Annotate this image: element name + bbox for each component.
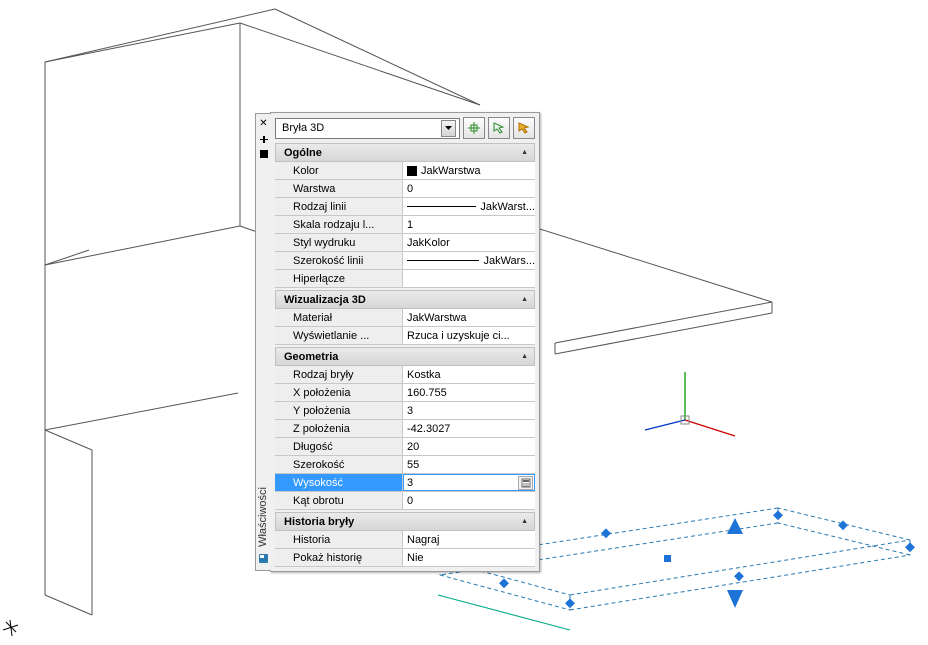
row-zpos[interactable]: Z położenia -42.3027 <box>275 420 535 438</box>
pin-icon[interactable] <box>258 133 269 144</box>
collapse-icon: ▲ <box>521 296 528 303</box>
row-history[interactable]: Historia Nagraj <box>275 531 535 549</box>
color-swatch <box>407 166 417 176</box>
row-linetype[interactable]: Rodzaj linii JakWarst... <box>275 198 535 216</box>
row-height[interactable]: Wysokość 3 <box>275 474 535 492</box>
object-type-selector[interactable]: Bryła 3D <box>275 118 460 139</box>
row-length[interactable]: Długość 20 <box>275 438 535 456</box>
row-lineweight[interactable]: Szerokość linii JakWars... <box>275 252 535 270</box>
collapse-icon: ▲ <box>521 518 528 525</box>
row-showhistory[interactable]: Pokaż historię Nie <box>275 549 535 567</box>
row-ltscale[interactable]: Skala rodzaju l... 1 <box>275 216 535 234</box>
row-color[interactable]: Kolor JakWarstwa <box>275 162 535 180</box>
quick-select-icon[interactable] <box>463 117 485 139</box>
panel-toolbar: Bryła 3D <box>275 117 535 139</box>
panel-title: Właściwości <box>258 487 269 547</box>
ucs-icon <box>645 372 735 436</box>
row-solidtype[interactable]: Rodzaj bryły Kostka <box>275 366 535 384</box>
collapse-icon: ▲ <box>521 353 528 360</box>
toggle-pickadd-icon[interactable] <box>513 117 535 139</box>
calculator-icon[interactable] <box>518 476 533 490</box>
dropdown-arrow-icon <box>441 120 456 137</box>
section-general[interactable]: Ogólne ▲ <box>275 143 535 162</box>
row-material[interactable]: Materiał JakWarstwa <box>275 309 535 327</box>
collapse-icon: ▲ <box>521 149 528 156</box>
crosshair-cursor <box>3 620 18 636</box>
properties-panel: ✕ Właściwości Bryła 3D <box>270 112 540 572</box>
section-viz3d-title: Wizualizacja 3D <box>284 294 366 306</box>
row-plotstyle[interactable]: Styl wydruku JakKolor <box>275 234 535 252</box>
row-xpos[interactable]: X położenia 160.755 <box>275 384 535 402</box>
row-ypos[interactable]: Y położenia 3 <box>275 402 535 420</box>
row-hyperlink[interactable]: Hiperłącze <box>275 270 535 288</box>
properties-icon[interactable] <box>258 553 269 564</box>
height-value[interactable]: 3 <box>407 477 413 489</box>
row-layer[interactable]: Warstwa 0 <box>275 180 535 198</box>
menu-icon[interactable] <box>258 148 269 159</box>
row-shadow[interactable]: Wyświetlanie ... Rzuca i uzyskuje ci... <box>275 327 535 345</box>
section-history-title: Historia bryły <box>284 516 354 528</box>
section-viz3d[interactable]: Wizualizacja 3D ▲ <box>275 290 535 309</box>
select-objects-icon[interactable] <box>488 117 510 139</box>
linetype-sample <box>407 206 476 207</box>
panel-side-bar: ✕ Właściwości <box>255 113 271 571</box>
section-general-title: Ogólne <box>284 147 322 159</box>
section-history[interactable]: Historia bryły ▲ <box>275 512 535 531</box>
lineweight-sample <box>407 260 479 261</box>
row-width[interactable]: Szerokość 55 <box>275 456 535 474</box>
section-geometry-title: Geometria <box>284 351 338 363</box>
close-icon[interactable]: ✕ <box>258 118 269 129</box>
row-rotation[interactable]: Kąt obrotu 0 <box>275 492 535 510</box>
object-type-value: Bryła 3D <box>282 122 324 134</box>
section-geometry[interactable]: Geometria ▲ <box>275 347 535 366</box>
